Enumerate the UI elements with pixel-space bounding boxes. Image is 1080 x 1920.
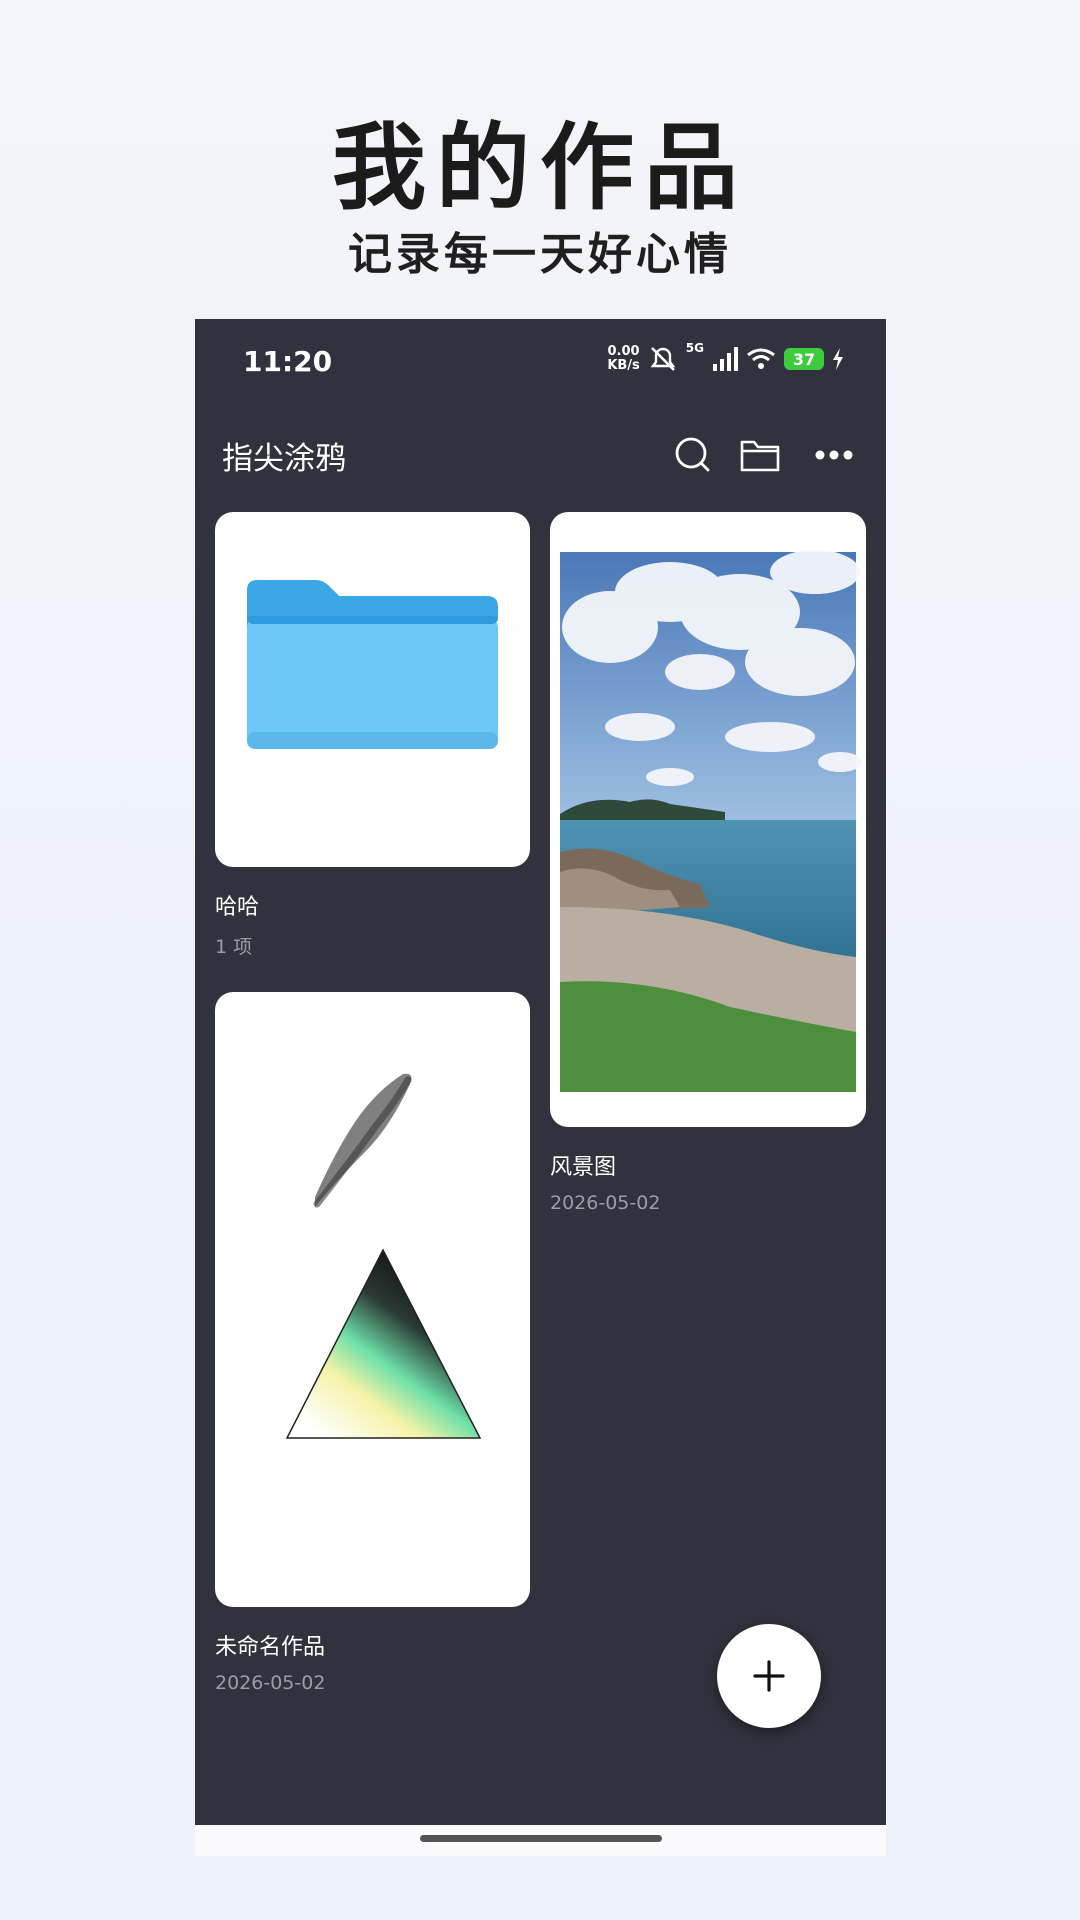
network-type: 5G: [685, 341, 704, 355]
status-time: 11:20: [243, 345, 333, 378]
open-folder-button[interactable]: [738, 433, 782, 477]
folder-count: 1 项: [215, 936, 253, 958]
folder-icon: [740, 440, 780, 472]
promo-subtitle: 记录每一天好心情: [348, 229, 732, 280]
battery-icon: 37: [784, 348, 824, 370]
more-button[interactable]: [812, 433, 856, 477]
add-button[interactable]: [717, 1624, 821, 1728]
landscape-name: 风景图: [550, 1155, 617, 1180]
home-indicator[interactable]: [420, 1835, 662, 1842]
landscape-card[interactable]: [550, 512, 866, 1127]
folder-name: 哈哈: [215, 895, 260, 920]
promo-title: 我的作品: [331, 113, 748, 223]
more-icon: [815, 450, 853, 460]
status-bar: 11:20 0.00 KB/s 5G 37: [195, 319, 886, 399]
wifi-icon: [747, 348, 775, 369]
signal-icon: [713, 347, 738, 371]
net-speed-unit: KB/s: [607, 358, 640, 373]
folder-card[interactable]: [215, 512, 530, 867]
landscape-date: 2026-05-02: [550, 1192, 661, 1214]
search-button[interactable]: [671, 433, 715, 477]
search-icon: [675, 437, 710, 472]
app-title: 指尖涂鸦: [222, 441, 346, 477]
phone-screen: 11:20 0.00 KB/s 5G 37 指尖涂鸦 哈哈 1 项 风景图 20…: [195, 319, 886, 1856]
status-icons: 0.00 KB/s 5G 37: [607, 341, 844, 377]
drawing-thumbnail: [285, 1073, 482, 1439]
landscape-thumbnail: [560, 550, 862, 1092]
mute-icon: [650, 347, 676, 371]
net-speed: 0.00 KB/s: [607, 345, 639, 373]
navigation-bar: [195, 1825, 886, 1856]
charging-icon: [833, 348, 843, 370]
plus-icon: [753, 1660, 785, 1692]
battery-level: 37: [792, 349, 816, 369]
drawing-card[interactable]: [215, 992, 530, 1607]
app-bar: 指尖涂鸦: [195, 419, 886, 489]
net-speed-value: 0.00: [607, 344, 640, 359]
drawing-date: 2026-05-02: [215, 1672, 326, 1694]
drawing-name: 未命名作品: [215, 1635, 326, 1660]
folder-thumbnail: [247, 580, 498, 749]
